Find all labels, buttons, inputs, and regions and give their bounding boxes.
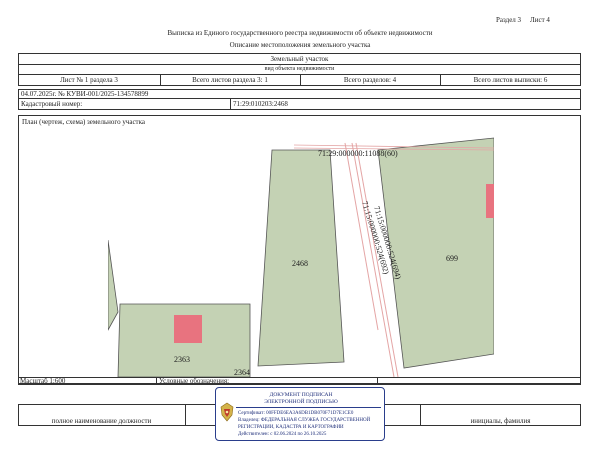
parcel-label-2363: 2363 <box>174 355 190 364</box>
signature-validity: Действителен: с 02.06.2024 по 26.10.2025 <box>238 432 327 437</box>
legend-label: Условные обозначения: <box>159 377 230 385</box>
electronic-signature-stamp: ДОКУМЕНТ ПОДПИСАН ЭЛЕКТРОННОЙ ПОДПИСЬЮ С… <box>215 387 385 441</box>
table-divider <box>156 377 157 385</box>
table-divider <box>185 404 186 426</box>
parcel-label-2468: 2468 <box>292 259 308 268</box>
road-label-top: 71:29:000000:11088(60) <box>318 149 398 158</box>
scale-label: Масштаб 1:600 <box>20 377 66 385</box>
signature-line2: ЭЛЕКТРОННОЙ ПОДПИСЬЮ <box>264 399 338 405</box>
signature-divider <box>236 407 381 408</box>
parcel-left <box>108 239 119 331</box>
signature-owner: Владелец: ФЕДЕРАЛЬНАЯ СЛУЖБА ГОСУДАРСТВЕ… <box>238 418 371 423</box>
name-label: инициалы, фамилия <box>470 417 531 425</box>
position-label: полное наименование должности <box>51 417 152 425</box>
scale-row <box>18 377 581 385</box>
parcel-label-2364: 2364 <box>234 368 250 377</box>
signature-cert: Сертификат: 00FFDE6EA3A6DB1DB070F71D7E1C… <box>238 411 354 416</box>
signature-line1: ДОКУМЕНТ ПОДПИСАН <box>269 392 333 398</box>
parcel-label-699: 699 <box>446 254 458 263</box>
red-mark-2363 <box>174 315 202 343</box>
table-divider <box>377 377 378 385</box>
red-mark-right <box>486 184 494 218</box>
parcel-2468 <box>257 149 345 367</box>
signature-owner2: РЕГИСТРАЦИИ, КАДАСТРА И КАРТОГРАФИИ <box>238 425 344 430</box>
